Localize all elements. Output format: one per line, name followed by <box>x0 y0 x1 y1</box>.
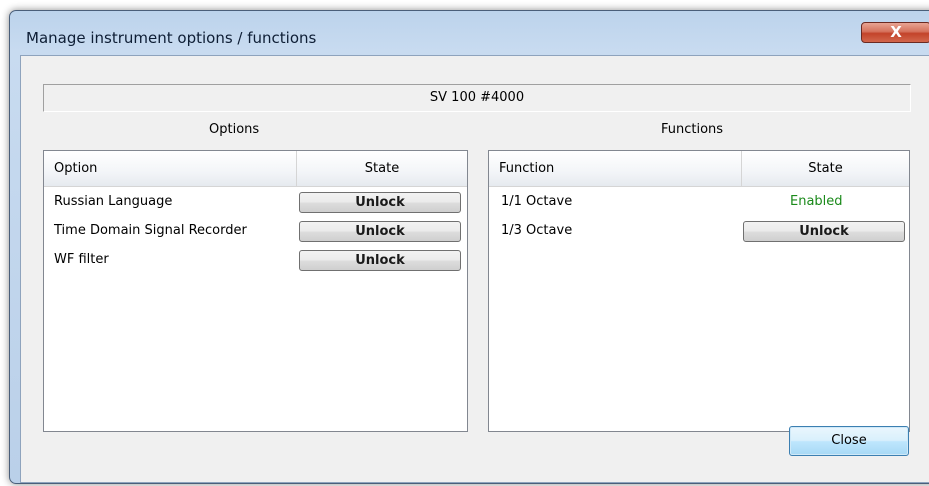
enabled-status: Enabled <box>790 194 843 209</box>
dialog-client-area: SV 100 #4000 Options Option State Russia… <box>20 55 929 483</box>
options-row-name: Time Domain Signal Recorder <box>54 223 247 238</box>
unlock-1-3-octave-button[interactable]: Unlock <box>743 221 905 242</box>
close-icon: X <box>890 23 902 41</box>
functions-column-function[interactable]: Function <box>489 151 742 187</box>
options-row-name: Russian Language <box>54 194 173 209</box>
functions-row-name: 1/3 Octave <box>501 223 573 238</box>
functions-row-name: 1/1 Octave <box>501 194 573 209</box>
functions-group-title: Functions <box>661 122 724 137</box>
functions-column-state[interactable]: State <box>742 151 909 187</box>
options-row-name: WF filter <box>54 252 109 267</box>
close-button[interactable]: Close <box>789 426 909 456</box>
device-name-field: SV 100 #4000 <box>43 84 911 112</box>
unlock-wf-filter-button[interactable]: Unlock <box>299 250 461 271</box>
unlock-russian-language-button[interactable]: Unlock <box>299 192 461 213</box>
unlock-time-domain-signal-recorder-button[interactable]: Unlock <box>299 221 461 242</box>
functions-list[interactable]: Function State 1/1 Octave Enabled 1/3 Oc… <box>488 150 910 432</box>
window-close-button[interactable]: X <box>861 22 929 43</box>
options-group-title: Options <box>209 122 260 137</box>
window-title: Manage instrument options / functions <box>26 29 317 47</box>
options-column-option[interactable]: Option <box>44 151 297 187</box>
options-list[interactable]: Option State Russian Language Unlock Tim… <box>43 150 468 432</box>
options-column-state[interactable]: State <box>297 151 467 187</box>
